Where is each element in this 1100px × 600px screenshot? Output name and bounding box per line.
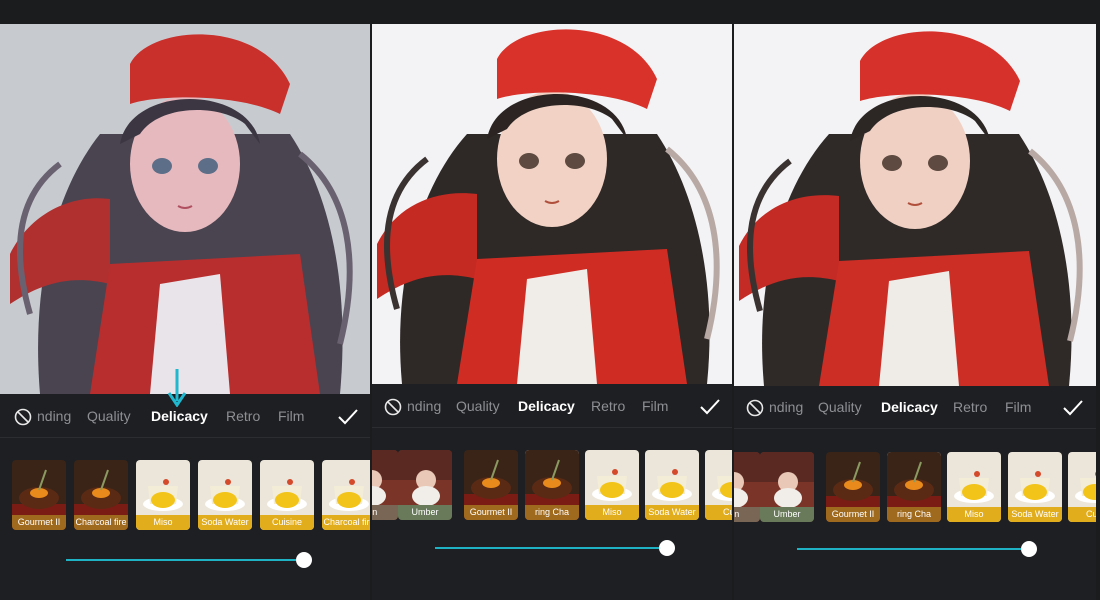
filter-thumb-gourmet-ii[interactable]: Gourmet II [464,450,518,520]
checkmark-icon[interactable] [337,408,359,426]
no-filter-icon[interactable] [384,398,402,416]
tab-retro[interactable]: Retro [226,408,260,424]
intensity-slider-track[interactable] [797,548,1029,550]
anime-girl-image [734,24,1096,386]
filter-thumb-miso[interactable]: Miso [585,450,639,520]
filter-label: Charcoal fire [74,515,128,530]
filter-label: mn [734,507,760,522]
filter-thumb-miso[interactable]: Miso [136,460,190,530]
filter-thumb-umber[interactable]: Umber [760,452,814,522]
filter-label: Gourmet II [464,505,518,520]
filter-label: Umber [760,507,814,522]
tab-quality[interactable]: Quality [87,408,131,424]
filter-label: Cuisine [260,515,314,530]
tab-trending[interactable]: nding [37,408,71,424]
tab-delicacy[interactable]: Delicacy [151,408,208,424]
filter-strip-1: Gourmet II Charcoal fire Miso Soda Water Cui… [0,457,370,533]
intensity-slider-knob[interactable] [1021,541,1037,557]
filter-thumb-cuis[interactable]: Cuis [1068,452,1096,522]
anime-girl-image [0,24,370,394]
no-filter-icon[interactable] [746,399,764,417]
filter-label: Soda Water [1008,507,1062,522]
filter-thumb-ring-cha[interactable]: ring Cha [525,450,579,520]
divider [372,427,732,428]
tab-delicacy[interactable]: Delicacy [518,398,575,414]
filter-label: mn [372,505,398,520]
filter-thumb-soda-water[interactable]: Soda Water [645,450,699,520]
filter-thumb-mn[interactable]: mn [734,452,760,522]
tab-retro[interactable]: Retro [953,399,987,415]
filter-label: Cuis [1068,507,1096,522]
intensity-slider-knob[interactable] [296,552,312,568]
filter-strip-2: mnUmber Gourmet II ring Cha Miso Soda Water C… [372,446,732,522]
filter-thumb-ring-cha[interactable]: ring Cha [887,452,941,522]
checkmark-icon[interactable] [699,398,721,416]
no-filter-icon[interactable] [14,408,32,426]
intensity-slider-knob[interactable] [659,540,675,556]
filter-label: Miso [947,507,1001,522]
category-tabs: nding Quality Delicacy Retro Film [734,388,1096,428]
divider [0,437,370,438]
editor-panel-3: nding Quality Delicacy Retro Film mnUmbe… [734,24,1096,600]
tab-quality[interactable]: Quality [456,398,500,414]
tab-delicacy[interactable]: Delicacy [881,399,938,415]
tab-film[interactable]: Film [642,398,668,414]
intensity-slider-track[interactable] [435,547,667,549]
filter-thumb-cuis[interactable]: Cuis [705,450,732,520]
tab-trending[interactable]: nding [407,398,441,414]
filter-thumb-charcoal-fire[interactable]: Charcoal fire [74,460,128,530]
checkmark-icon[interactable] [1062,399,1084,417]
filter-label: ring Cha [887,507,941,522]
down-arrow-icon [167,369,187,407]
intensity-slider-track[interactable] [66,559,304,561]
filter-thumb-umber[interactable]: Umber [398,450,452,520]
category-tabs: nding Quality Delicacy Retro Film [372,387,732,427]
tab-retro[interactable]: Retro [591,398,625,414]
filter-label: Gourmet II [12,515,66,530]
tab-film[interactable]: Film [278,408,304,424]
filter-label: Miso [585,505,639,520]
photo-preview-2 [372,24,732,384]
filter-label: Cuis [705,505,732,520]
filter-thumb-cuisine[interactable]: Cuisine [260,460,314,530]
photo-preview-1 [0,24,370,394]
photo-preview-3 [734,24,1096,386]
anime-girl-image [372,24,732,384]
filter-label: Charcoal fire [322,515,370,530]
filter-label: Soda Water [645,505,699,520]
filter-thumb-soda-water[interactable]: Soda Water [198,460,252,530]
filter-label: ring Cha [525,505,579,520]
editor-panel-1: nding Quality Delicacy Retro Film Gourme… [0,24,370,600]
filter-thumb-gourmet-ii[interactable]: Gourmet II [826,452,880,522]
divider [734,428,1096,429]
tab-quality[interactable]: Quality [818,399,862,415]
filter-label: Miso [136,515,190,530]
filter-strip-3: mnUmber Gourmet II ring Cha Miso Soda Water C… [734,448,1096,524]
tab-film[interactable]: Film [1005,399,1031,415]
filter-thumb-charcoal-fire[interactable]: Charcoal fire [322,460,370,530]
filter-thumb-soda-water[interactable]: Soda Water [1008,452,1062,522]
filter-label: Umber [398,505,452,520]
filter-label: Gourmet II [826,507,880,522]
filter-thumb-gourmet-ii[interactable]: Gourmet II [12,460,66,530]
filter-thumb-mn[interactable]: mn [372,450,398,520]
filter-label: Soda Water [198,515,252,530]
tab-trending[interactable]: nding [769,399,803,415]
editor-panel-2: nding Quality Delicacy Retro Film mnUmbe… [372,24,732,600]
filter-thumb-miso[interactable]: Miso [947,452,1001,522]
